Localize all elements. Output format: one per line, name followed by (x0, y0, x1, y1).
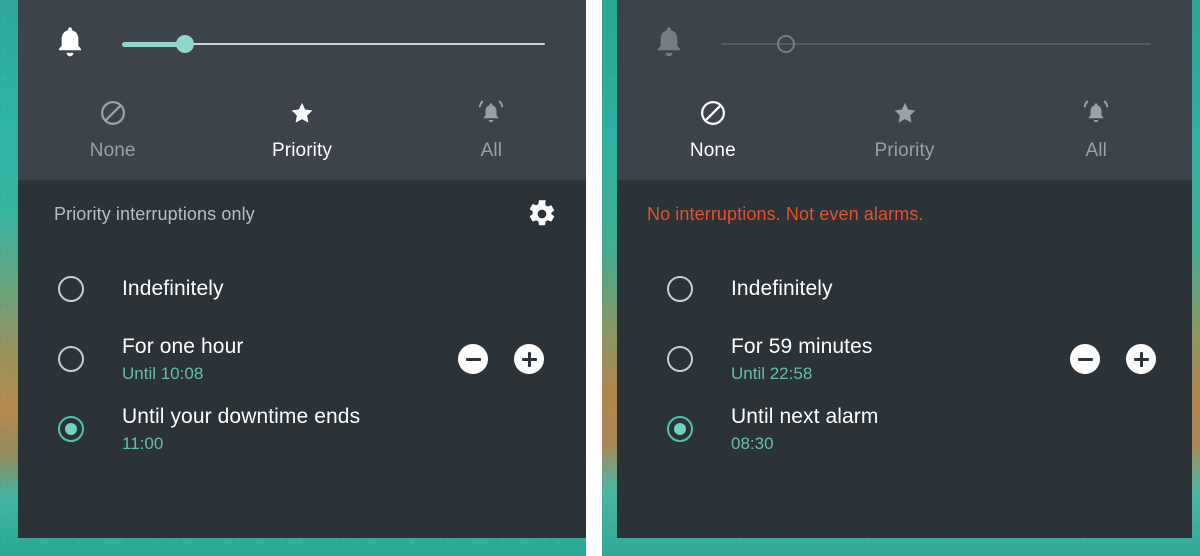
mode-button-all-left[interactable]: All (397, 88, 586, 182)
mode-button-priority-right[interactable]: Priority (809, 88, 1001, 182)
gear-icon[interactable] (520, 192, 564, 236)
option-next-alarm-right[interactable]: Until next alarm 08:30 (617, 394, 1192, 464)
star-icon (288, 96, 316, 130)
mode-label: None (689, 140, 736, 161)
zen-top-left: None Priority All (18, 0, 586, 182)
mode-row-right: None Priority All (617, 88, 1192, 182)
slider-thumb[interactable] (776, 35, 795, 53)
radio-button[interactable] (58, 276, 84, 302)
option-text: Indefinitely (122, 277, 564, 301)
option-text: For one hour Until 10:08 (122, 335, 458, 384)
radio-button[interactable] (667, 346, 693, 372)
option-title: Indefinitely (122, 276, 224, 300)
option-subtitle: Until 10:08 (122, 363, 204, 383)
option-title: Until your downtime ends (122, 404, 361, 428)
volume-row-right (617, 0, 1192, 88)
option-downtime-left[interactable]: Until your downtime ends 11:00 (18, 394, 586, 464)
mode-button-priority-left[interactable]: Priority (207, 88, 396, 182)
decrease-duration-button[interactable] (1070, 344, 1100, 374)
radio-button[interactable] (667, 276, 693, 302)
volume-slider-left[interactable] (122, 24, 545, 64)
zen-mode-panel-left: None Priority All Priority interruptions… (18, 0, 586, 538)
condition-header-left: Priority interruptions only (18, 182, 586, 246)
mode-button-all-right[interactable]: All (1000, 88, 1192, 182)
option-indefinitely-left[interactable]: Indefinitely (18, 254, 586, 324)
mode-label: Priority (874, 140, 935, 161)
option-text: Until your downtime ends 11:00 (122, 405, 564, 454)
option-text: Until next alarm 08:30 (731, 405, 1170, 454)
increase-duration-button[interactable] (1126, 344, 1156, 374)
option-duration-right[interactable]: For 59 minutes Until 22:58 (617, 324, 1192, 394)
star-icon (891, 96, 919, 130)
zen-bottom-left: Priority interruptions only Indefinitely (18, 182, 586, 538)
mode-label: Priority (272, 140, 332, 161)
option-subtitle: 11:00 (122, 433, 164, 453)
zen-top-right: None Priority All (617, 0, 1192, 182)
option-text: For 59 minutes Until 22:58 (731, 335, 1070, 384)
option-title: For 59 minutes (731, 334, 873, 358)
option-title: For one hour (122, 334, 244, 358)
capture-divider (586, 0, 602, 556)
option-indefinitely-right[interactable]: Indefinitely (617, 254, 1192, 324)
do-not-disturb-icon (99, 96, 127, 130)
bell-icon[interactable] (641, 16, 697, 72)
radio-button[interactable] (58, 416, 84, 442)
option-subtitle: Until 22:58 (731, 363, 813, 383)
condition-summary-text: No interruptions. Not even alarms. (647, 203, 924, 224)
option-text: Indefinitely (731, 277, 1170, 301)
option-subtitle: 08:30 (731, 433, 774, 453)
right-capture: None Priority All No interruptions. Not … (602, 0, 1200, 556)
condition-header-right: No interruptions. Not even alarms. (617, 182, 1192, 246)
bell-ringing-icon (1081, 96, 1111, 130)
slider-thumb[interactable] (176, 35, 195, 53)
left-capture: None Priority All Priority interruptions… (0, 0, 586, 556)
option-title: Indefinitely (731, 276, 833, 300)
duration-steppers-left (458, 344, 544, 374)
radio-button[interactable] (58, 346, 84, 372)
mode-label: All (480, 140, 503, 161)
decrease-duration-button[interactable] (458, 344, 488, 374)
screenshot-stage: None Priority All Priority interruptions… (0, 0, 1200, 556)
zen-mode-panel-right: None Priority All No interruptions. Not … (617, 0, 1192, 538)
radio-button[interactable] (667, 416, 693, 442)
mode-row-left: None Priority All (18, 88, 586, 182)
volume-row-left (18, 0, 586, 88)
option-duration-left[interactable]: For one hour Until 10:08 (18, 324, 586, 394)
mode-label: None (89, 140, 136, 161)
do-not-disturb-icon (699, 96, 727, 130)
bell-icon[interactable] (42, 16, 98, 72)
condition-options-left: Indefinitely For one hour Until 10:08 Un… (18, 246, 586, 464)
condition-options-right: Indefinitely For 59 minutes Until 22:58 (617, 246, 1192, 464)
option-title: Until next alarm (731, 404, 879, 428)
zen-bottom-right: No interruptions. Not even alarms. Indef… (617, 182, 1192, 538)
mode-button-none-right[interactable]: None (617, 88, 809, 182)
mode-button-none-left[interactable]: None (18, 88, 207, 182)
bell-ringing-icon (476, 96, 506, 130)
condition-summary-text: Priority interruptions only (54, 203, 255, 224)
duration-steppers-right (1070, 344, 1156, 374)
mode-label: All (1085, 140, 1107, 161)
volume-slider-right[interactable] (721, 24, 1151, 64)
increase-duration-button[interactable] (514, 344, 544, 374)
